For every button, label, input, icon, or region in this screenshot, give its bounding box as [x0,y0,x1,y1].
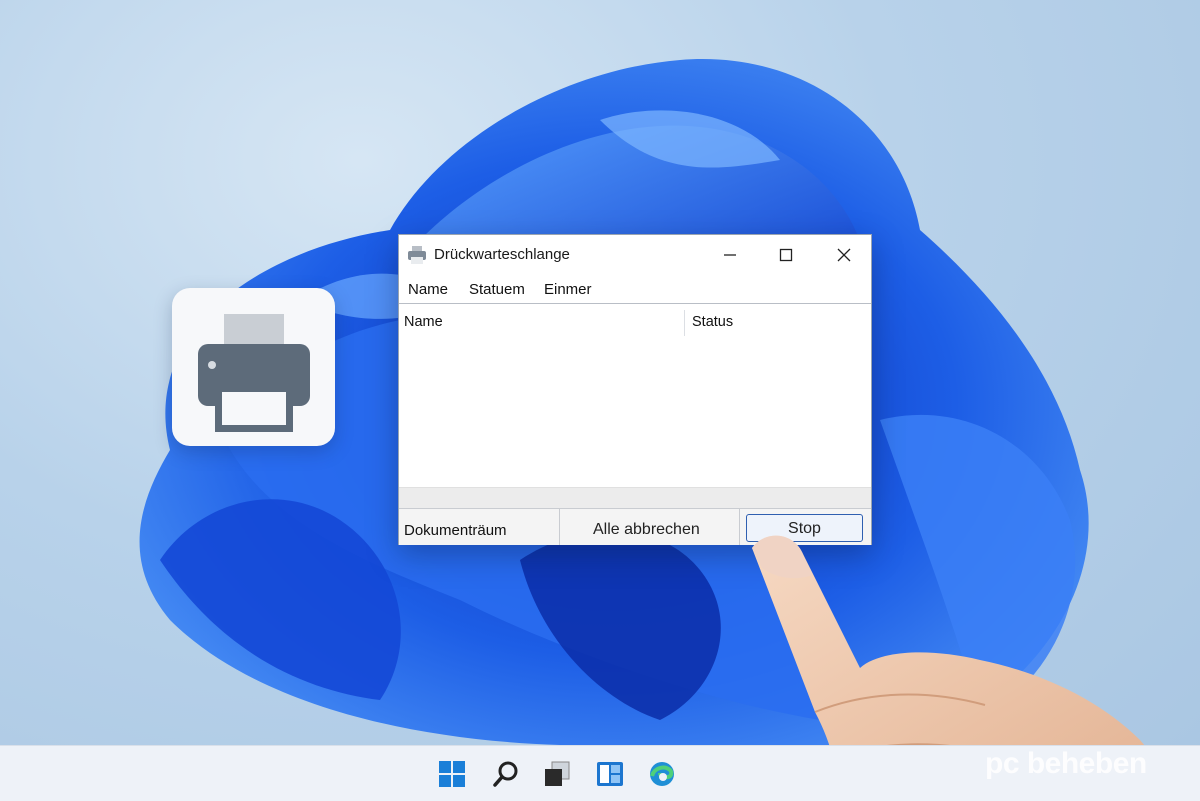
column-header-name[interactable]: Name [404,314,443,330]
minimize-button[interactable] [701,235,759,275]
print-queue-window: Drückwarteschlange Name Statuem Einmer N… [398,234,872,545]
task-view-icon[interactable] [543,760,571,788]
widgets-icon[interactable] [596,760,624,788]
column-divider[interactable] [684,310,685,336]
menu-name[interactable]: Name [408,281,448,298]
menubar: Name Statuem Einmer [399,279,871,304]
printer-icon [198,314,310,432]
printer-icon [408,246,426,264]
menu-settings[interactable]: Einmer [544,281,592,298]
edge-icon[interactable] [648,760,676,788]
statusbar: Dokumenträum Alle abbrechen Stop [399,508,871,545]
documents-label: Dokumenträum [404,522,507,539]
cancel-all-button[interactable]: Alle abbrechen [593,521,700,539]
maximize-button[interactable] [757,235,815,275]
column-header-status[interactable]: Status [692,314,733,330]
window-title: Drückwarteschlange [434,246,570,263]
windows-start-icon[interactable] [438,760,466,788]
stop-button[interactable]: Stop [746,514,863,542]
printer-app-tile[interactable] [172,288,335,446]
statusbar-divider [559,509,560,545]
statusbar-divider [739,509,740,545]
maximize-icon [779,248,793,262]
watermark: pc beheben [985,747,1147,780]
titlebar[interactable]: Drückwarteschlange [399,235,871,275]
close-icon [837,248,851,262]
minimize-icon [724,254,736,256]
horizontal-scrollbar[interactable] [399,487,871,508]
print-job-list[interactable]: Name Status [399,304,871,508]
close-button[interactable] [815,235,873,275]
search-icon[interactable] [492,760,520,788]
menu-status[interactable]: Statuem [469,281,525,298]
